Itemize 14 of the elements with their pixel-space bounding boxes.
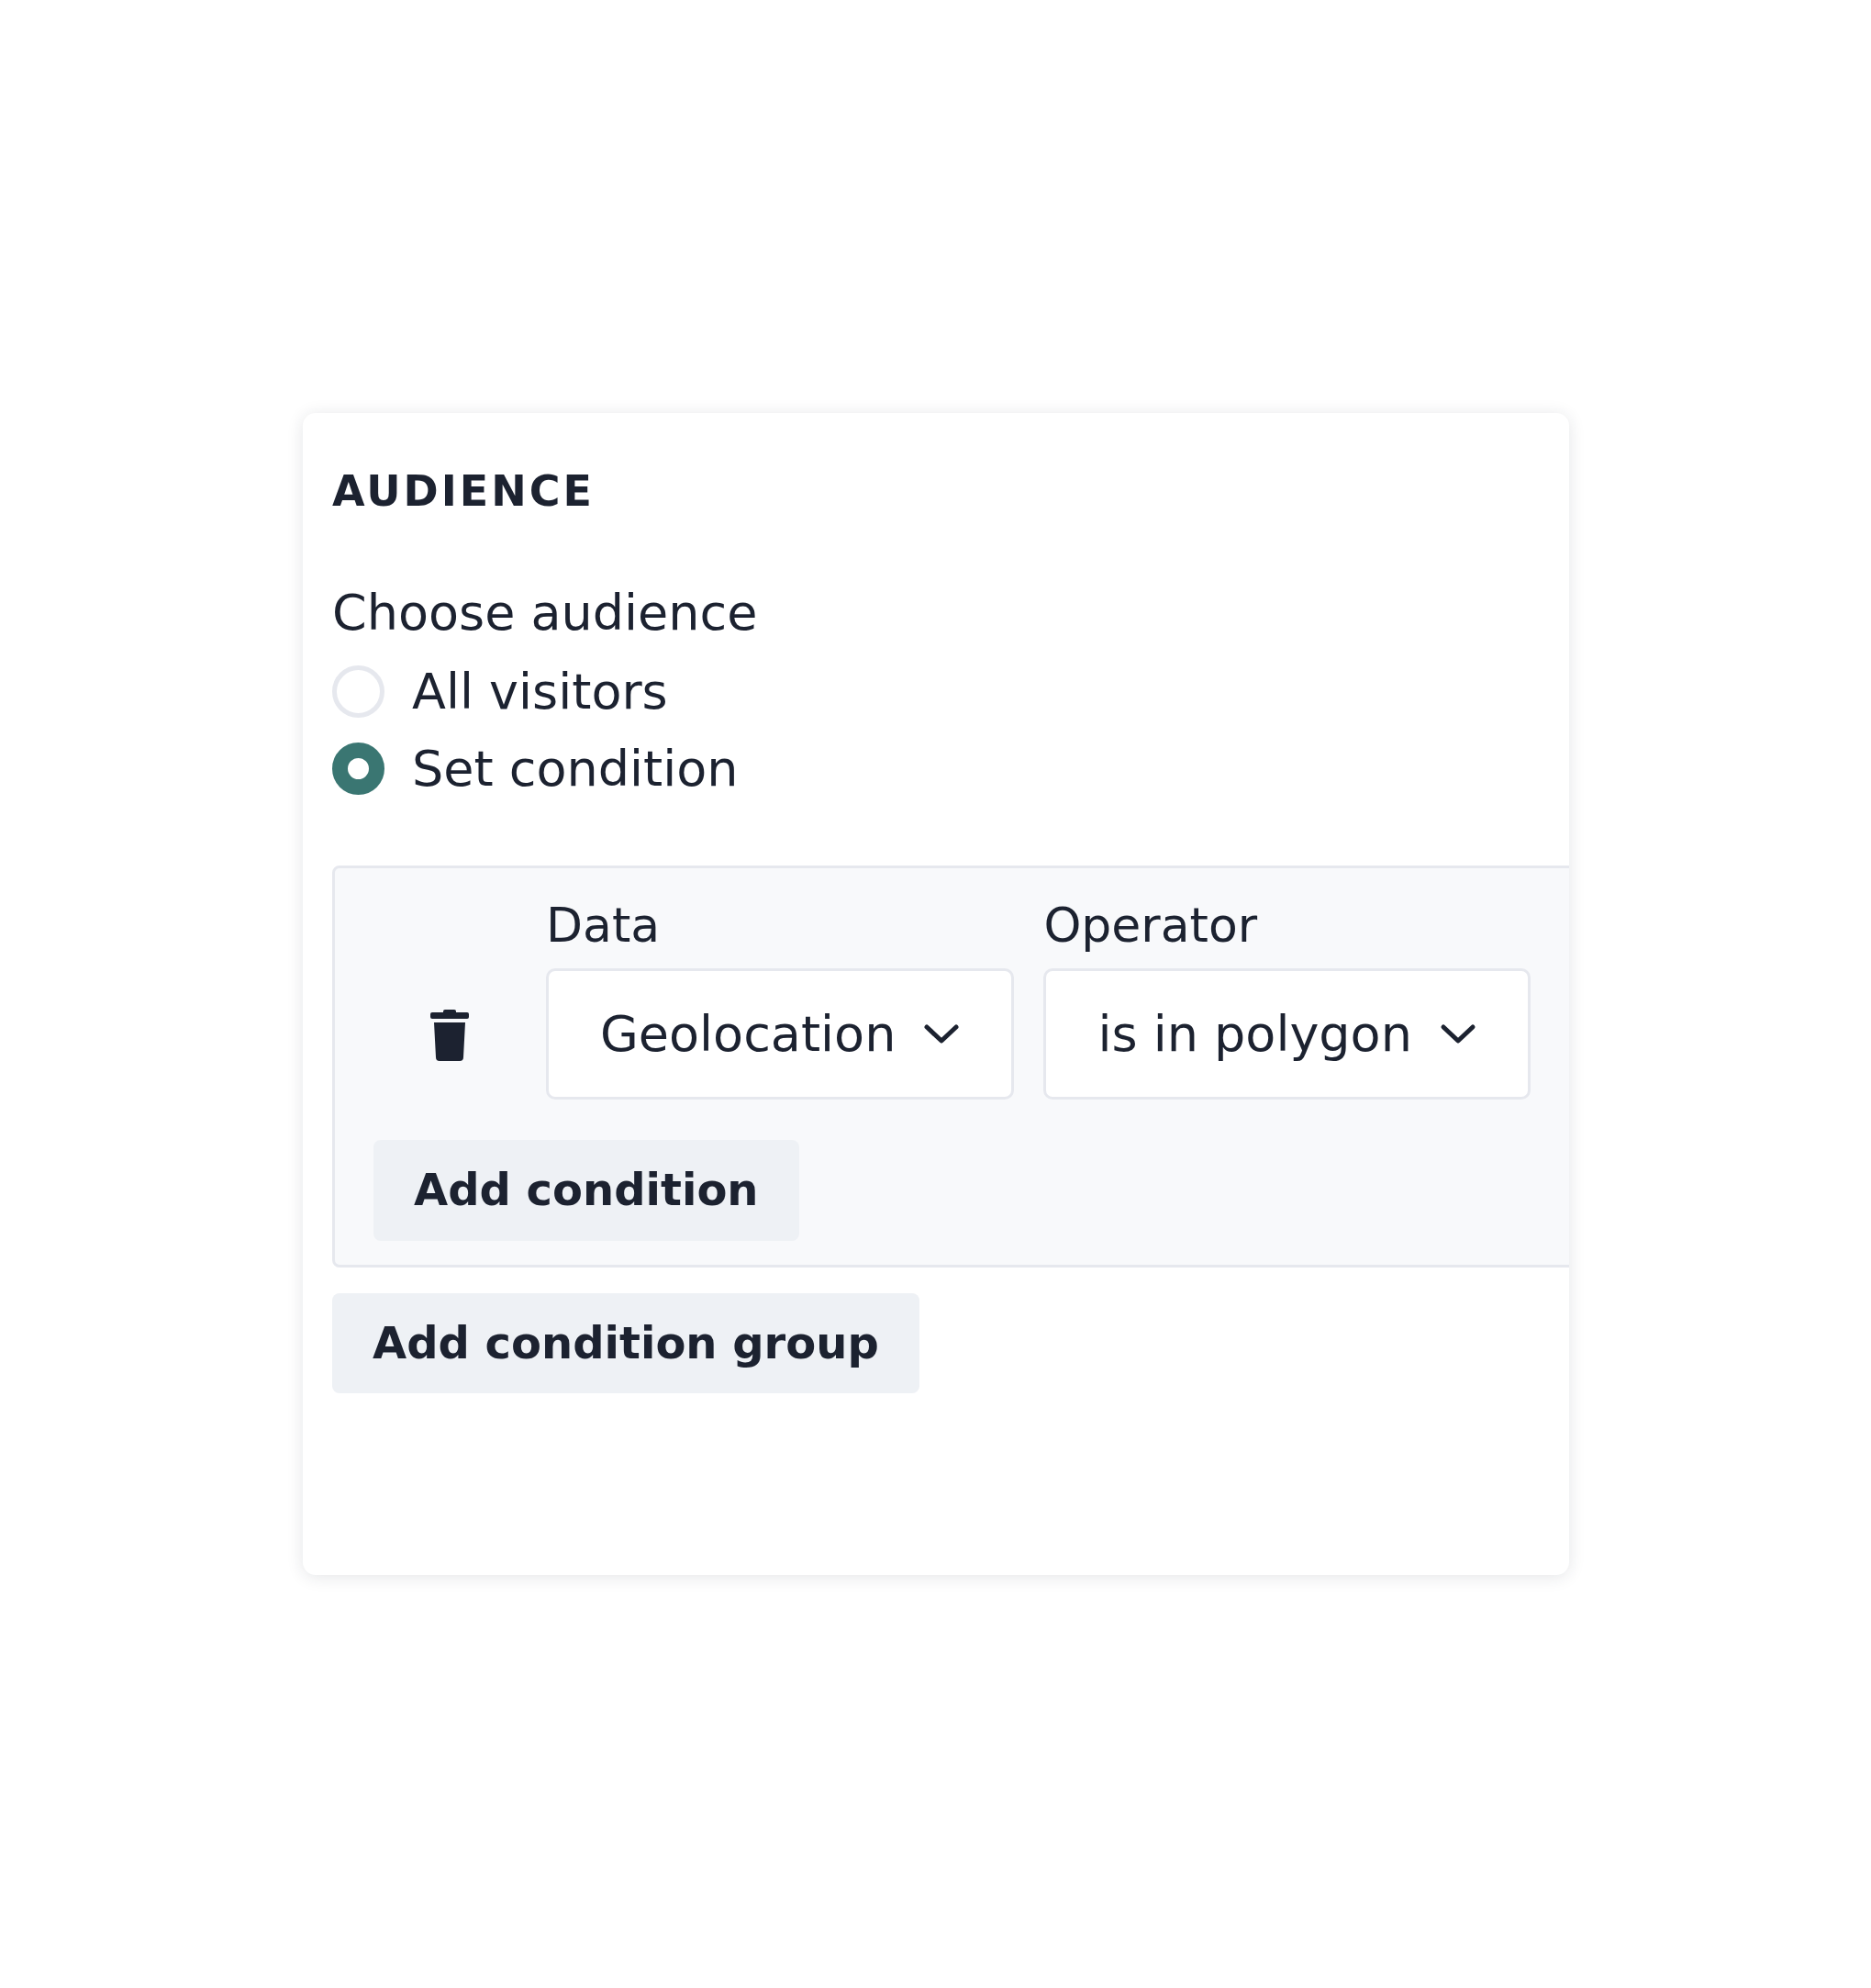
field-label: Choose audience (332, 584, 759, 643)
field-label: Operator (1043, 899, 1259, 953)
dropdown[interactable]: Geolocation (546, 968, 1015, 1100)
add-condition-group-button[interactable]: Add condition group (332, 1292, 919, 1394)
section-title: AUDIENCE (332, 470, 596, 512)
add-condition-button[interactable]: Add condition (373, 1140, 799, 1241)
chevron-down-icon (923, 1022, 961, 1045)
trash-icon[interactable] (430, 1010, 469, 1062)
radio-button[interactable] (332, 743, 384, 796)
field-label: Data (546, 899, 662, 953)
radio-label[interactable]: All visitors (412, 663, 668, 720)
chevron-down-icon (1439, 1022, 1476, 1045)
radio-label[interactable]: Set condition (412, 740, 739, 798)
dropdown[interactable]: is in polygon (1043, 968, 1531, 1100)
